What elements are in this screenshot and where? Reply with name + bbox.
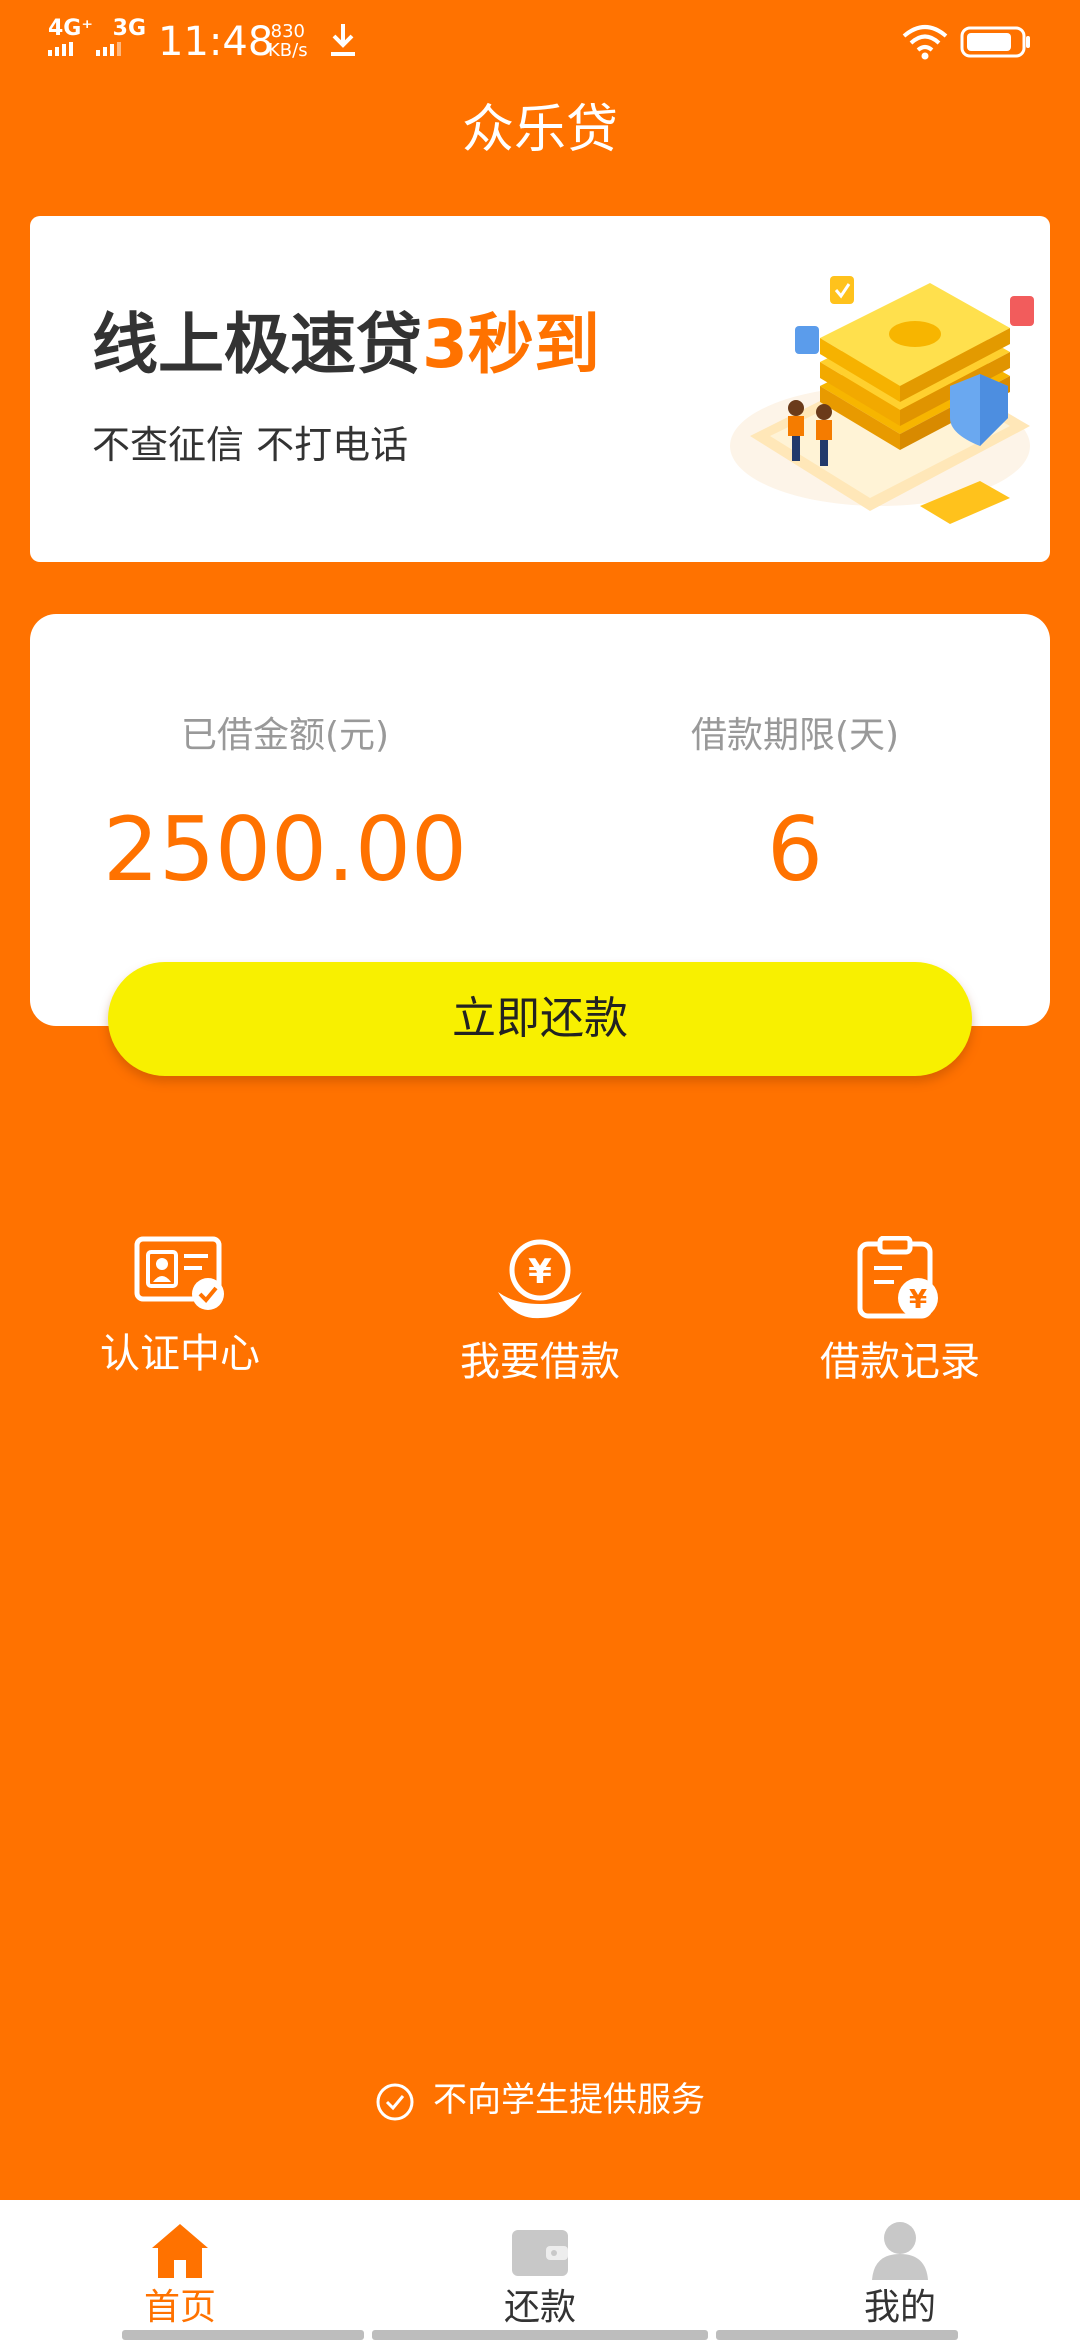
tab-mine[interactable]: 我的: [720, 2200, 1080, 2340]
network-4g-label: 4G⁺: [48, 16, 93, 41]
download-icon: [331, 24, 355, 56]
menu-item-borrow[interactable]: ¥ 我要借款: [360, 1236, 720, 1390]
banner-headline-main: 线上极速贷: [92, 306, 422, 383]
check-circle-icon: [376, 2083, 414, 2120]
promo-banner[interactable]: 线上极速贷3秒到 不查征信 不打电话: [30, 216, 1050, 562]
menu-item-loan-records[interactable]: ¥ 借款记录: [720, 1236, 1080, 1390]
banner-headline-highlight: 3秒到: [422, 306, 600, 383]
student-notice-text: 不向学生提供服务: [433, 2080, 705, 2120]
menu-label-loan-records: 借款记录: [820, 1339, 980, 1385]
network-speed-value: 830: [270, 21, 305, 42]
banner-headline: 线上极速贷3秒到: [92, 302, 600, 388]
status-bar: 4G⁺ 3G 11:48 830 KB/s: [0, 0, 1080, 84]
tab-home[interactable]: 首页: [0, 2200, 360, 2340]
banner-subtitle: 不查征信 不打电话: [92, 423, 409, 467]
tab-label-repay: 还款: [503, 2287, 576, 2328]
money-stack-illustration: [730, 276, 1034, 524]
bottom-tab-bar: 首页 还款 我的: [0, 2200, 1080, 2340]
wallet-icon: [512, 2230, 568, 2276]
borrowed-amount-label: 已借金额(元): [180, 715, 390, 756]
menu-label-borrow: 我要借款: [460, 1339, 620, 1385]
clock: 11:48: [158, 19, 274, 65]
menu-item-certification[interactable]: 认证中心: [0, 1236, 360, 1382]
tab-label-home: 首页: [143, 2287, 216, 2328]
tab-label-mine: 我的: [863, 2287, 936, 2328]
network-speed-unit: KB/s: [268, 40, 308, 61]
svg-text:¥: ¥: [528, 1252, 552, 1292]
repay-now-button[interactable]: 立即还款: [108, 962, 972, 1076]
gesture-bar-segment: [716, 2330, 958, 2340]
yuan-coin-hand-icon: ¥: [498, 1239, 582, 1319]
signal-bars-icon: [48, 42, 121, 56]
network-3g-label: 3G: [112, 16, 147, 41]
loan-term-value: 6: [767, 798, 823, 901]
battery-icon: [960, 26, 1030, 58]
student-notice: 不向学生提供服务: [0, 2070, 1080, 2130]
svg-text:¥: ¥: [909, 1285, 927, 1315]
gesture-bar-segment: [372, 2330, 708, 2340]
tab-repay[interactable]: 还款: [360, 2200, 720, 2340]
network-indicators: 4G⁺ 3G: [48, 18, 146, 40]
borrowed-amount-value: 2500.00: [103, 798, 467, 901]
wifi-icon: [902, 25, 948, 60]
gesture-bar-segment: [122, 2330, 364, 2340]
home-icon: [152, 2224, 208, 2278]
id-card-check-icon: [134, 1236, 224, 1310]
menu-label-certification: 认证中心: [100, 1331, 260, 1377]
page-title: 众乐贷: [461, 100, 618, 160]
loan-term-label: 借款期限(天): [690, 715, 900, 756]
clipboard-yuan-icon: ¥: [857, 1236, 938, 1319]
network-speed: 830 KB/s: [268, 22, 308, 60]
user-icon: [872, 2222, 928, 2280]
